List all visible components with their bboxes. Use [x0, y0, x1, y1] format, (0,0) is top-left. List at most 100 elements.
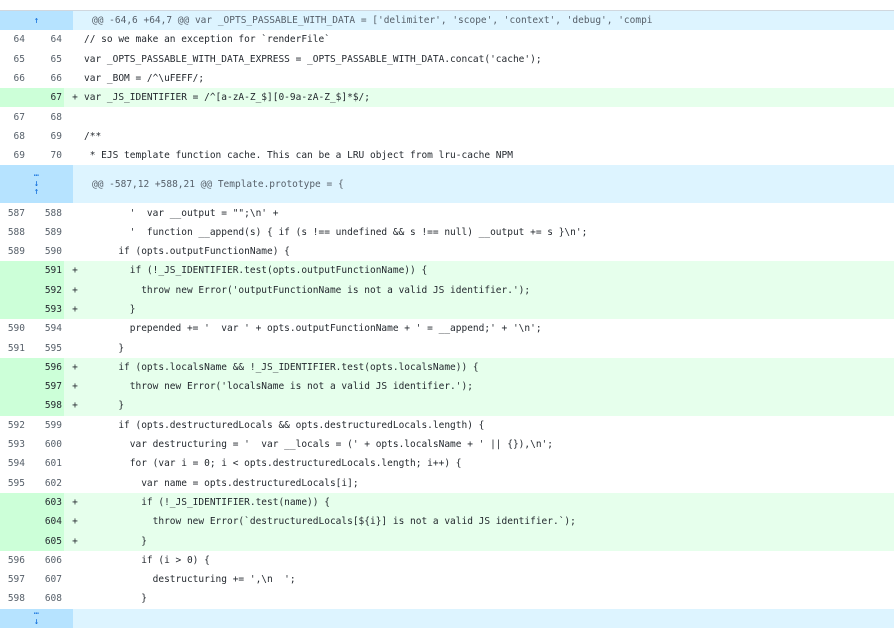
new-line-number[interactable]: 589 [27, 223, 64, 242]
code-text: if (opts.destructuredLocals && opts.dest… [84, 419, 485, 431]
old-line-number[interactable] [0, 531, 27, 551]
new-line-number[interactable]: 68 [27, 107, 64, 126]
new-line-number[interactable]: 64 [27, 30, 64, 49]
code-text: } [84, 593, 147, 605]
old-line-number[interactable] [0, 280, 27, 300]
new-line-number[interactable]: 588 [27, 203, 64, 222]
old-line-number[interactable] [0, 512, 27, 532]
diff-sign: + [72, 304, 78, 315]
old-line-number[interactable] [0, 396, 27, 416]
new-line-number[interactable]: 70 [27, 146, 64, 165]
diff-view: ↑ @@ -64,6 +64,7 @@ var _OPTS_PASSABLE_W… [0, 10, 894, 628]
diff-sign: + [72, 265, 78, 277]
old-line-number[interactable]: 69 [0, 146, 27, 165]
old-line-number[interactable]: 65 [0, 50, 27, 69]
old-line-number[interactable]: 592 [0, 416, 27, 435]
new-line-number[interactable]: 598 [27, 396, 64, 416]
new-line-number[interactable]: 604 [27, 512, 64, 532]
code-text: prepended += ' var ' + opts.outputFuncti… [84, 323, 542, 335]
diff-line-added: 605 + } [0, 531, 894, 551]
expand-up-icon: ↑ [33, 187, 40, 198]
diff-sign: + [72, 381, 78, 393]
hunk-footer: ⋯ ↓ [0, 608, 894, 628]
new-line-number[interactable]: 595 [27, 338, 64, 357]
diff-line-context: 595 602 var name = opts.destructuredLocal… [0, 473, 894, 493]
code-text: var _BOM = /^\uFEFF/; [84, 73, 205, 85]
old-line-number[interactable]: 587 [0, 203, 27, 222]
old-line-number[interactable]: 593 [0, 435, 27, 454]
diff-line-context: 69 70 * EJS template function cache. This… [0, 146, 894, 166]
old-line-number[interactable]: 66 [0, 69, 27, 88]
code-text: if (!_JS_IDENTIFIER.test(opts.outputFunc… [84, 265, 428, 277]
new-line-number[interactable]: 593 [27, 299, 64, 320]
expand-up-button[interactable]: ↑ [0, 11, 73, 31]
code-text: var destructuring = ' var __locals = (' … [84, 439, 553, 451]
code-text: if (opts.outputFunctionName) { [84, 246, 290, 258]
old-line-number[interactable]: 591 [0, 338, 27, 357]
new-line-number[interactable]: 608 [27, 589, 64, 608]
diff-line-context: 66 66 var _BOM = /^\uFEFF/; [0, 68, 894, 89]
old-line-number[interactable]: 590 [0, 319, 27, 338]
diff-line-added: 596 + if (opts.localsName && !_JS_IDENTIF… [0, 357, 894, 378]
old-line-number[interactable] [0, 88, 27, 108]
diff-sign: + [72, 400, 78, 412]
new-line-number[interactable]: 607 [27, 570, 64, 589]
new-line-number[interactable]: 67 [27, 88, 64, 108]
diff-line-context: 67 68 [0, 107, 894, 127]
new-line-number[interactable]: 590 [27, 242, 64, 261]
code-text: } [84, 342, 125, 354]
old-line-number[interactable]: 594 [0, 454, 27, 473]
new-line-number[interactable]: 596 [27, 357, 64, 378]
old-line-number[interactable]: 598 [0, 589, 27, 608]
diff-line-context: 596 606 if (i > 0) { [0, 550, 894, 571]
code-text: ' function __append(s) { if (s !== undef… [84, 226, 588, 238]
hunk-header-1: ↑ @@ -64,6 +64,7 @@ var _OPTS_PASSABLE_W… [0, 11, 894, 31]
diff-line-added: 604 + throw new Error(`destructuredLocals… [0, 512, 894, 532]
diff-line-context: 65 65 var _OPTS_PASSABLE_WITH_DATA_EXPRESS… [0, 49, 894, 69]
new-line-number[interactable]: 591 [27, 261, 64, 281]
new-line-number[interactable]: 602 [27, 474, 64, 493]
new-line-number[interactable]: 592 [27, 280, 64, 300]
code-text: destructuring += ',\n '; [84, 574, 296, 586]
old-line-number[interactable]: 64 [0, 30, 27, 49]
diff-line-added: 598 + } [0, 396, 894, 416]
old-line-number[interactable]: 597 [0, 570, 27, 589]
code-text: if (i > 0) { [84, 554, 210, 566]
new-line-number[interactable]: 66 [27, 69, 64, 88]
diff-line-context: 594 601 for (var i = 0; i < opts.destruct… [0, 454, 894, 474]
new-line-number[interactable]: 603 [27, 492, 64, 513]
new-line-number[interactable]: 594 [27, 319, 64, 338]
old-line-number[interactable]: 589 [0, 242, 27, 261]
expand-both-button[interactable]: ⋯ ↓ ↑ [0, 165, 73, 204]
expand-down-button[interactable]: ⋯ ↓ [0, 608, 73, 628]
diff-line-added: 67 + var _JS_IDENTIFIER = /^[a-zA-Z_$][0-9… [0, 88, 894, 108]
old-line-number[interactable]: 588 [0, 223, 27, 242]
diff-sign: + [72, 284, 78, 296]
code-text: var _JS_IDENTIFIER = /^[a-zA-Z_$][0-9a-z… [84, 92, 370, 104]
new-line-number[interactable]: 65 [27, 50, 64, 69]
old-line-number[interactable] [0, 377, 27, 397]
old-line-number[interactable]: 595 [0, 474, 27, 493]
new-line-number[interactable]: 605 [27, 531, 64, 551]
old-line-number[interactable]: 67 [0, 107, 27, 126]
code-text: // so we make an exception for `renderFi… [84, 34, 330, 46]
new-line-number[interactable]: 601 [27, 454, 64, 473]
old-line-number[interactable]: 68 [0, 127, 27, 146]
new-line-number[interactable]: 597 [27, 377, 64, 397]
code-text: } [84, 304, 136, 315]
old-line-number[interactable] [0, 492, 27, 513]
diff-line-added: 603 + if (!_JS_IDENTIFIER.test(name)) { [0, 492, 894, 513]
expand-down-icon: ↓ [33, 617, 40, 628]
new-line-number[interactable]: 599 [27, 416, 64, 435]
old-line-number[interactable] [0, 261, 27, 281]
new-line-number[interactable]: 600 [27, 435, 64, 454]
diff-line-context: 68 69 /** [0, 126, 894, 147]
code-text: * EJS template function cache. This can … [84, 150, 513, 162]
old-line-number[interactable] [0, 357, 27, 378]
new-line-number[interactable]: 606 [27, 551, 64, 570]
old-line-number[interactable]: 596 [0, 551, 27, 570]
new-line-number[interactable]: 69 [27, 127, 64, 146]
old-line-number[interactable] [0, 299, 27, 320]
diff-sign: + [72, 535, 78, 547]
code-text: } [84, 400, 125, 412]
